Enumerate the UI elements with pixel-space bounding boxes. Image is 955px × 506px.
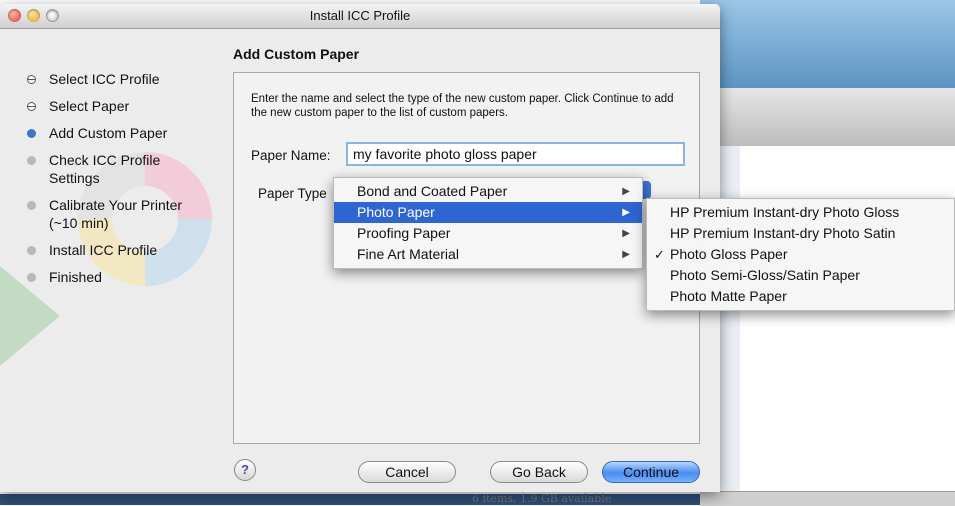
menu-item-photo-paper[interactable]: Photo Paper ▶ <box>334 202 642 223</box>
photo-paper-submenu: HP Premium Instant-dry Photo Gloss HP Pr… <box>646 198 955 311</box>
submenu-item-photo-matte[interactable]: Photo Matte Paper <box>647 286 954 307</box>
step-current-icon <box>27 129 36 138</box>
submenu-item-hp-premium-satin[interactable]: HP Premium Instant-dry Photo Satin <box>647 223 954 244</box>
step-pending-icon <box>27 246 36 255</box>
submenu-arrow-icon: ▶ <box>622 207 630 218</box>
background-statusbar <box>700 491 955 506</box>
step-install-icc-profile: Install ICC Profile <box>24 241 234 259</box>
go-back-button[interactable]: Go Back <box>490 461 588 483</box>
step-done-icon <box>27 75 36 84</box>
step-label: Finished <box>49 269 102 285</box>
background-toolbar: ⌕ <box>700 88 955 222</box>
panel-title: Add Custom Paper <box>233 46 360 62</box>
submenu-arrow-icon: ▶ <box>622 228 630 239</box>
step-label: Calibrate Your Printer (~10 min) <box>49 197 183 231</box>
zoom-window-icon[interactable] <box>46 9 59 22</box>
title-bar[interactable]: Install ICC Profile <box>0 4 720 29</box>
status-text: 6 items, 1.9 GB available <box>472 492 612 505</box>
step-label: Select ICC Profile <box>49 71 160 87</box>
menu-item-label: Photo Paper <box>357 204 435 220</box>
help-button[interactable]: ? <box>234 459 256 481</box>
step-add-custom-paper: Add Custom Paper <box>24 124 234 142</box>
paper-name-label: Paper Name: <box>251 148 331 163</box>
step-select-paper: Select Paper <box>24 97 234 115</box>
checkmark-icon: ✓ <box>654 247 665 262</box>
menu-item-label: Fine Art Material <box>357 246 459 262</box>
menu-item-label: HP Premium Instant-dry Photo Gloss <box>670 204 900 220</box>
submenu-arrow-icon: ▶ <box>622 186 630 197</box>
submenu-arrow-icon: ▶ <box>622 249 630 260</box>
submenu-item-hp-premium-gloss[interactable]: HP Premium Instant-dry Photo Gloss <box>647 202 954 223</box>
menu-item-label: HP Premium Instant-dry Photo Satin <box>670 225 896 241</box>
step-finished: Finished <box>24 268 234 286</box>
minimize-window-icon[interactable] <box>27 9 40 22</box>
menu-item-label: Photo Matte Paper <box>670 288 787 304</box>
paper-type-menu: Bond and Coated Paper ▶ Photo Paper ▶ Pr… <box>333 177 643 269</box>
paper-type-label: Paper Type <box>258 186 327 201</box>
cancel-button[interactable]: Cancel <box>358 461 456 483</box>
menu-item-label: Photo Gloss Paper <box>670 246 788 262</box>
step-calibrate-printer: Calibrate Your Printer (~10 min) <box>24 196 214 232</box>
menu-item-fine-art-material[interactable]: Fine Art Material ▶ <box>334 244 642 265</box>
step-list: Select ICC Profile Select Paper Add Cust… <box>24 70 234 295</box>
window-title: Install ICC Profile <box>309 8 411 23</box>
step-pending-icon <box>27 273 36 282</box>
close-window-icon[interactable] <box>8 9 21 22</box>
step-select-icc-profile: Select ICC Profile <box>24 70 234 88</box>
instructions-text: Enter the name and select the type of th… <box>251 93 674 119</box>
submenu-item-photo-gloss-paper[interactable]: ✓ Photo Gloss Paper <box>647 244 954 265</box>
continue-button[interactable]: Continue <box>602 461 700 483</box>
step-label: Select Paper <box>49 98 130 114</box>
step-label: Add Custom Paper <box>49 125 168 141</box>
background-desktop <box>700 0 955 88</box>
step-check-icc-profile-settings: Check ICC Profile Settings <box>24 151 199 187</box>
menu-item-label: Photo Semi-Gloss/Satin Paper <box>670 267 860 283</box>
step-pending-icon <box>27 156 36 165</box>
step-label: Check ICC Profile Settings <box>49 152 161 186</box>
menu-item-label: Bond and Coated Paper <box>357 183 508 199</box>
submenu-item-photo-semi-gloss[interactable]: Photo Semi-Gloss/Satin Paper <box>647 265 954 286</box>
step-label: Install ICC Profile <box>49 242 158 258</box>
menu-item-label: Proofing Paper <box>357 225 451 241</box>
menu-item-bond-coated-paper[interactable]: Bond and Coated Paper ▶ <box>334 181 642 202</box>
paper-name-input[interactable]: my favorite photo gloss paper <box>346 142 685 166</box>
step-done-icon <box>27 102 36 111</box>
menu-item-proofing-paper[interactable]: Proofing Paper ▶ <box>334 223 642 244</box>
step-pending-icon <box>27 201 36 210</box>
